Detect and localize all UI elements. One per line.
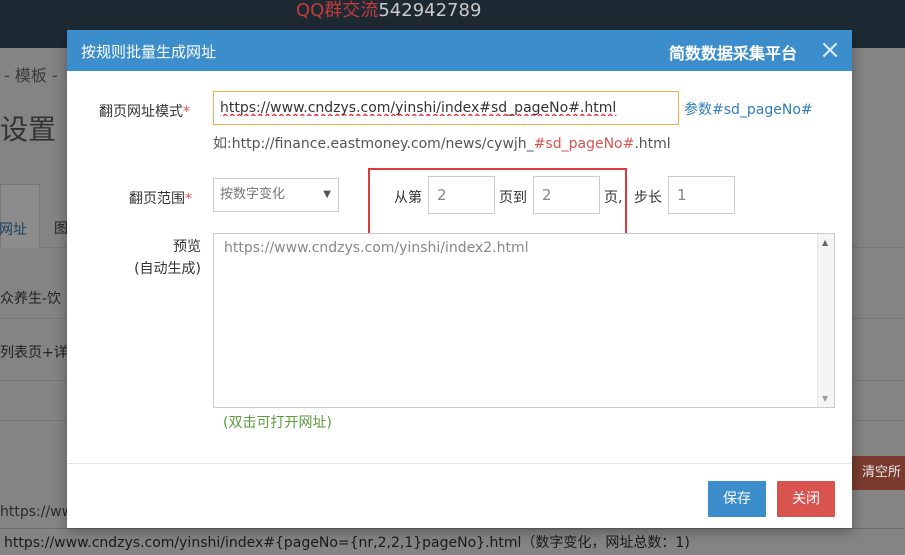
tab-url[interactable]: 网址 (0, 184, 40, 248)
brand-name: 简数数据采集平台 (669, 44, 798, 63)
batch-url-dialog: 按规则批量生成网址 简数数据采集平台 × 翻页网址模式* 参数#sd_pageN… (67, 30, 852, 528)
clear-all-button[interactable]: 清空所 (851, 456, 905, 490)
save-button[interactable]: 保存 (708, 481, 766, 517)
scroll-down-icon[interactable]: ▼ (822, 394, 828, 403)
close-icon[interactable]: × (817, 35, 843, 65)
required-mark: * (183, 104, 190, 120)
to-page-input[interactable] (533, 176, 600, 214)
url-list-item: https://ww (0, 504, 74, 520)
url-pattern-input[interactable] (213, 91, 679, 125)
generated-url-status: https://www.cndzys.com/yinshi/index#{pag… (4, 535, 690, 551)
range-mode-value: 按数字变化 (220, 187, 286, 202)
preview-label-line1: 预览 (173, 239, 201, 255)
url-pattern-label-text: 翻页网址模式 (99, 104, 183, 120)
preview-label-line2: (自动生成) (134, 261, 201, 277)
preview-label: 预览 (自动生成) (111, 236, 201, 280)
list-item[interactable]: 众养生-饮 (0, 288, 61, 308)
caret-down-icon: ▼ (323, 189, 331, 200)
breadcrumb[interactable]: - 模板 - (4, 62, 58, 86)
qq-group-label: QQ群交流 (296, 0, 379, 21)
step-input[interactable] (668, 176, 735, 214)
example-suffix: .html (634, 136, 671, 152)
to-label: 页到 (499, 190, 527, 206)
dialog-header: 按规则批量生成网址 简数数据采集平台 × (67, 30, 852, 71)
scrollbar[interactable]: ▲ ▼ (817, 234, 834, 407)
range-mode-select[interactable]: 按数字变化 ▼ (213, 178, 339, 212)
preview-textarea[interactable]: https://www.cndzys.com/yinshi/index2.htm… (213, 233, 835, 408)
page-title: 设置 (0, 113, 57, 146)
url-pattern-example: 如:http://finance.eastmoney.com/news/cywj… (213, 133, 671, 153)
url-pattern-label: 翻页网址模式* (99, 101, 190, 121)
list-item[interactable]: 列表页+详 (0, 342, 68, 362)
example-prefix: 如:http://finance.eastmoney.com/news/cywj… (213, 136, 534, 152)
param-insert-link[interactable]: 参数#sd_pageNo# (684, 99, 813, 119)
page-suffix: 页, (604, 190, 623, 206)
required-mark: * (185, 191, 192, 207)
tab-url-label: 网址 (0, 222, 27, 238)
qq-group-banner: QQ群交流542942789 (296, 0, 481, 22)
page-range-label-text: 翻页范围 (129, 191, 185, 207)
from-page-input[interactable] (428, 176, 495, 214)
example-param: #sd_pageNo# (533, 136, 635, 152)
dialog-title: 按规则批量生成网址 (81, 43, 217, 61)
preview-url[interactable]: https://www.cndzys.com/yinshi/index2.htm… (224, 240, 529, 256)
dialog-footer-divider (67, 463, 852, 464)
from-label: 从第 (394, 190, 422, 206)
double-click-hint: (双击可打开网址) (223, 415, 332, 431)
close-button[interactable]: 关闭 (777, 481, 835, 517)
qq-group-number: 542942789 (378, 0, 482, 21)
page-range-label: 翻页范围* (129, 188, 192, 208)
step-label: 步长 (634, 190, 662, 206)
divider (0, 528, 905, 529)
scroll-up-icon[interactable]: ▲ (822, 238, 828, 247)
tab-image[interactable]: 图 (54, 218, 68, 238)
